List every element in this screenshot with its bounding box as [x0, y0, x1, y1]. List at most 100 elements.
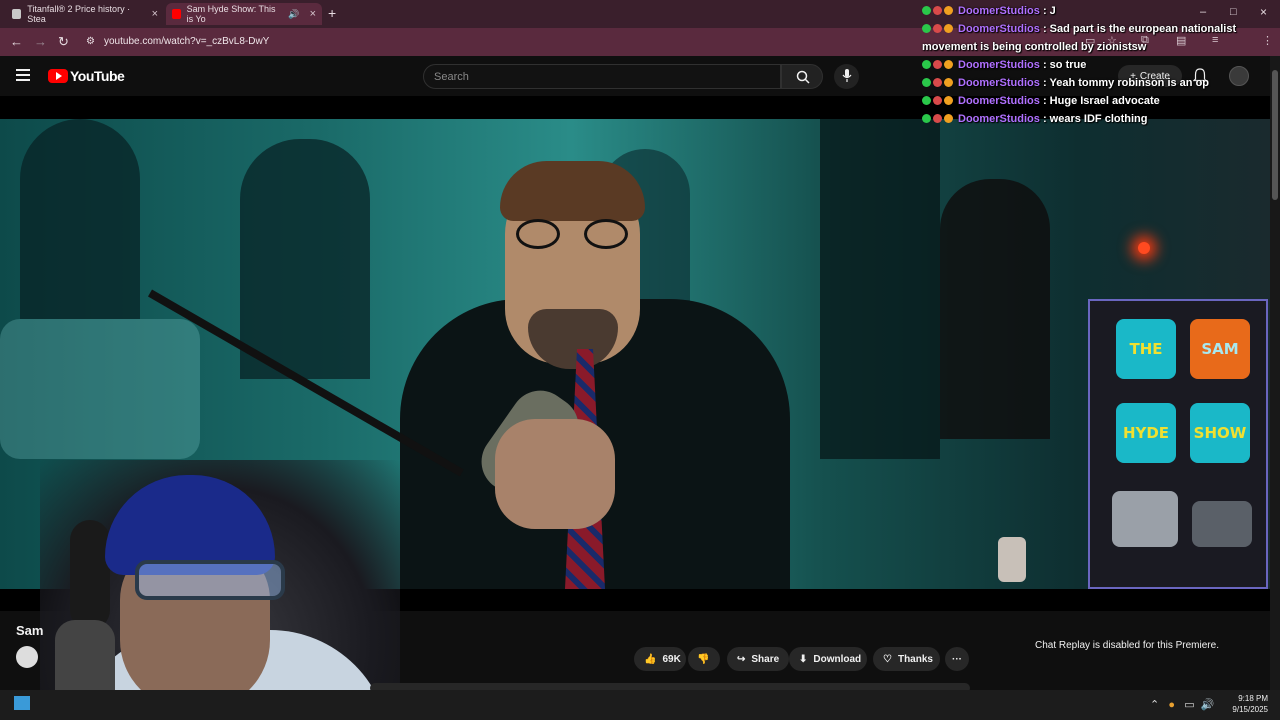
reload-icon[interactable]: ↻ — [58, 34, 69, 50]
headset — [70, 520, 110, 630]
download-label: Download — [813, 653, 862, 665]
chat-badges — [922, 20, 958, 38]
display-tray-icon[interactable]: ▭ — [1184, 699, 1194, 711]
steam-favicon-icon — [12, 9, 22, 19]
microphone-icon — [842, 69, 852, 82]
forward-icon[interactable]: → — [34, 34, 47, 49]
hamburger-menu-icon[interactable] — [16, 69, 30, 84]
tray-overflow-icon[interactable]: ⌃ — [1150, 699, 1159, 711]
red-light — [1138, 242, 1150, 254]
sub-badge-icon — [933, 114, 942, 123]
close-tab-icon[interactable]: × — [152, 8, 158, 20]
download-button[interactable]: ⬇ Download — [789, 647, 867, 671]
chat-message: DoomerStudios : so true — [920, 56, 1275, 74]
more-actions-button[interactable]: ··· — [945, 647, 969, 671]
chat-badges — [922, 92, 958, 110]
chat-badges — [922, 2, 958, 20]
youtube-logo-icon[interactable] — [48, 69, 68, 83]
tv-text: SAM — [1201, 340, 1239, 358]
share-button[interactable]: ↪ Share — [727, 647, 789, 671]
tv-screen-static — [1112, 491, 1178, 547]
chat-text: : Yeah tommy robinson is an op — [1039, 77, 1210, 89]
streamer-glasses — [135, 560, 285, 600]
tv-screen: SHOW — [1190, 403, 1250, 463]
youtube-logo-text[interactable]: YouTube — [70, 68, 125, 84]
chat-replay-notice: Chat Replay is disabled for this Premier… — [1035, 640, 1219, 651]
download-icon: ⬇ — [799, 653, 808, 665]
volume-tray-icon[interactable]: 🔊 — [1201, 699, 1215, 711]
more-icon: ··· — [952, 653, 962, 665]
search-input[interactable]: Search — [423, 64, 781, 89]
voice-search-button[interactable] — [834, 64, 859, 89]
chat-badges — [922, 74, 958, 92]
dislike-button[interactable]: 👎 — [688, 647, 720, 671]
thanks-label: Thanks — [897, 653, 933, 665]
gift-badge-icon — [944, 78, 953, 87]
chat-username: DoomerStudios — [958, 113, 1040, 125]
chat-badges — [922, 56, 958, 74]
scrollbar-thumb[interactable] — [1272, 70, 1278, 200]
chat-message: DoomerStudios : Huge Israel advocate — [920, 92, 1275, 110]
page-scrollbar[interactable] — [1270, 56, 1280, 690]
chat-text: : J — [1039, 5, 1056, 17]
share-icon: ↪ — [737, 653, 746, 665]
background-scaffold — [820, 119, 940, 459]
tv-text: THE — [1129, 340, 1163, 358]
tab-title: Sam Hyde Show: This is Yo — [186, 4, 276, 24]
tab-titanfall[interactable]: Titanfall® 2 Price history · Stea × — [6, 3, 164, 25]
like-count: 69K — [662, 653, 681, 665]
tab-title: Titanfall® 2 Price history · Stea — [27, 4, 131, 24]
new-tab-button[interactable]: + — [328, 5, 336, 21]
thumbs-up-icon: 👍 — [644, 653, 657, 665]
chat-text: : so true — [1039, 59, 1087, 71]
clock-date[interactable]: 9/15/2025 — [1224, 705, 1268, 714]
thanks-heart-icon: ♡ — [883, 653, 892, 665]
host-hair — [500, 161, 645, 221]
kick-badge-icon — [922, 114, 931, 123]
back-icon[interactable]: ← — [10, 34, 23, 49]
chat-message: DoomerStudios : J — [920, 2, 1275, 20]
site-info-icon[interactable]: ⚙ — [86, 36, 95, 47]
tv-screen: HYDE — [1116, 403, 1176, 463]
search-placeholder: Search — [434, 71, 469, 83]
kick-badge-icon — [922, 6, 931, 15]
gift-badge-icon — [944, 6, 953, 15]
host-hand — [495, 419, 615, 529]
audio-playing-icon[interactable]: 🔊 — [288, 9, 299, 20]
like-button[interactable]: 👍 69K — [634, 647, 686, 671]
background-window — [20, 119, 140, 319]
sub-badge-icon — [933, 6, 942, 15]
close-tab-icon[interactable]: × — [310, 8, 316, 20]
background-arch — [240, 139, 370, 379]
gift-badge-icon — [944, 60, 953, 69]
background-arch — [940, 179, 1050, 439]
sub-badge-icon — [933, 60, 942, 69]
tv-stack: THE SAM HYDE SHOW — [1088, 299, 1268, 589]
chat-text: : wears IDF clothing — [1039, 113, 1148, 125]
glasses-right-lens — [584, 219, 628, 249]
chat-username: DoomerStudios — [958, 23, 1040, 35]
video-title: Sam — [16, 623, 44, 638]
tv-text: HYDE — [1122, 424, 1170, 442]
tab-sam-hyde-show[interactable]: Sam Hyde Show: This is Yo 🔊 × — [166, 3, 322, 25]
clock-time[interactable]: 9:18 PM — [1230, 694, 1268, 703]
tv-screen: SAM — [1190, 319, 1250, 379]
taskbar-app-icon[interactable] — [14, 696, 30, 710]
search-button[interactable] — [781, 64, 823, 89]
share-label: Share — [751, 653, 780, 665]
chat-username: DoomerStudios — [958, 95, 1040, 107]
tv-screen-static — [1192, 501, 1252, 547]
gift-badge-icon — [944, 96, 953, 105]
chat-username: DoomerStudios — [958, 59, 1040, 71]
url-field[interactable]: youtube.com/watch?v=_czBvL8-DwY — [104, 36, 269, 47]
chat-message: DoomerStudios : Sad part is the european… — [920, 20, 1275, 56]
chat-message: DoomerStudios : wears IDF clothing — [920, 110, 1275, 128]
mic-tray-icon[interactable]: ● — [1168, 699, 1175, 711]
glasses-left-lens — [516, 219, 560, 249]
channel-avatar[interactable] — [16, 646, 38, 668]
sub-badge-icon — [933, 78, 942, 87]
chat-username: DoomerStudios — [958, 77, 1040, 89]
gift-badge-icon — [944, 114, 953, 123]
chat-badges — [922, 110, 958, 128]
thanks-button[interactable]: ♡ Thanks — [873, 647, 940, 671]
